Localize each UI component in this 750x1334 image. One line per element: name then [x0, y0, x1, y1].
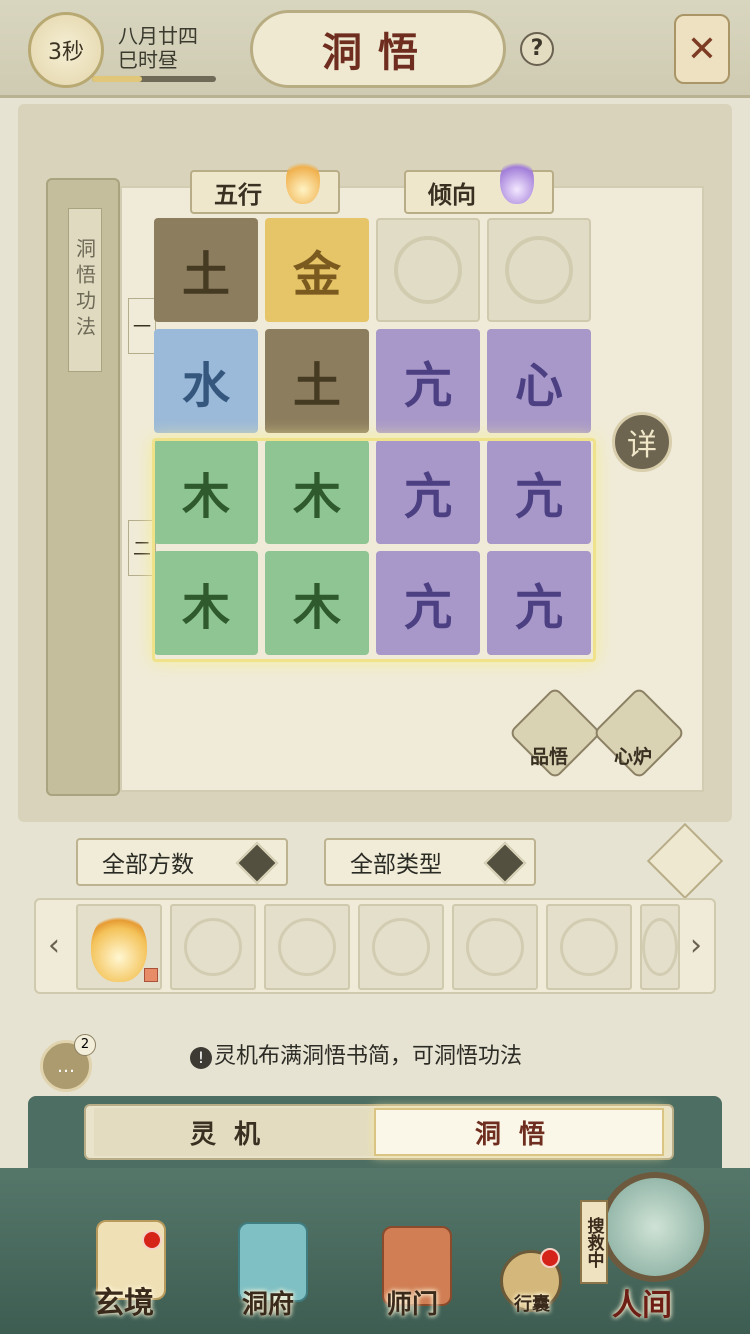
empty-grid-cell[interactable]	[487, 218, 591, 322]
empty-grid-cell[interactable]	[376, 218, 480, 322]
grid-cell-metal[interactable]: 金	[265, 218, 369, 322]
tray-slot-empty[interactable]	[546, 904, 632, 990]
notification-dot	[142, 1230, 162, 1250]
nav-renjian-button[interactable]	[600, 1172, 710, 1282]
type-filter-label: 全部类型	[350, 852, 442, 878]
type-filter-dropdown[interactable]: 全部类型	[324, 838, 536, 886]
row-marker-1: 一	[128, 298, 156, 354]
cell-glyph: 金	[292, 247, 341, 303]
grid-cell-water[interactable]: 水	[154, 329, 258, 433]
detail-button[interactable]: 详	[612, 412, 672, 472]
page-title: 洞悟	[322, 29, 434, 76]
tray-left-arrow[interactable]: ‹	[48, 928, 60, 963]
tab-dongwu[interactable]: 洞悟	[374, 1108, 664, 1156]
grid-cell-spirit[interactable]: 心	[487, 329, 591, 433]
hint-text: 灵机布满洞悟书简，可洞悟功法	[214, 1044, 523, 1069]
grid-cell-earth[interactable]: 土	[154, 218, 258, 322]
pinwu-label: 品悟	[530, 746, 569, 768]
dropdown-icon	[235, 841, 279, 885]
cell-glyph: 水	[181, 358, 230, 414]
page-title-plate: 洞悟	[250, 10, 506, 88]
dropdown-icon	[483, 841, 527, 885]
sort-settings-button[interactable]	[646, 822, 724, 900]
nav-shimen-label: 师门	[386, 1290, 439, 1320]
purple-flame-icon	[500, 156, 534, 204]
cell-glyph: 心	[514, 358, 563, 414]
close-button[interactable]: ✕	[674, 14, 730, 84]
help-button[interactable]: ?	[520, 32, 554, 66]
day-progress-bar	[92, 76, 216, 82]
fire-piece-icon	[91, 912, 147, 982]
nav-xingnang-label: 行囊	[514, 1294, 550, 1315]
orange-flame-icon	[286, 156, 320, 204]
piece-badge	[144, 968, 158, 982]
exclamation-icon: !	[190, 1047, 212, 1069]
close-icon: ✕	[686, 28, 718, 70]
tray-slot-empty[interactable]	[640, 904, 680, 990]
hint-message: ! 灵机布满洞悟书简，可洞悟功法	[190, 1038, 522, 1070]
spine-label: 洞悟功法	[68, 208, 102, 372]
chat-icon: …	[57, 1055, 75, 1077]
cell-glyph: 亢	[403, 358, 452, 414]
notification-dot	[540, 1248, 560, 1268]
grid-cell-spirit[interactable]: 亢	[376, 329, 480, 433]
xinlu-label: 心炉	[614, 746, 653, 768]
tray-slot-empty[interactable]	[452, 904, 538, 990]
cell-glyph: 土	[181, 247, 230, 303]
cell-glyph: 土	[292, 358, 341, 414]
rescue-status-tag: 搜救中	[580, 1200, 608, 1284]
grid-cell-earth[interactable]: 土	[265, 329, 369, 433]
tray-slot-empty[interactable]	[170, 904, 256, 990]
tab-lingji[interactable]: 灵机	[94, 1108, 374, 1156]
completed-block-highlight	[152, 438, 596, 662]
time-of-day-text: 巳时昼	[118, 48, 178, 72]
chat-badge: 2	[74, 1034, 96, 1056]
tray-slot-empty[interactable]	[358, 904, 444, 990]
count-filter-label: 全部方数	[102, 852, 194, 878]
count-filter-dropdown[interactable]: 全部方数	[76, 838, 288, 886]
tray-right-arrow[interactable]: ›	[690, 928, 702, 963]
nav-xuanjing-label: 玄境	[94, 1286, 154, 1321]
nav-dongfu-label: 洞府	[242, 1290, 295, 1320]
day-progress-fill	[92, 76, 142, 82]
nav-renjian-label: 人间	[612, 1288, 672, 1323]
tray-slot-empty[interactable]	[264, 904, 350, 990]
